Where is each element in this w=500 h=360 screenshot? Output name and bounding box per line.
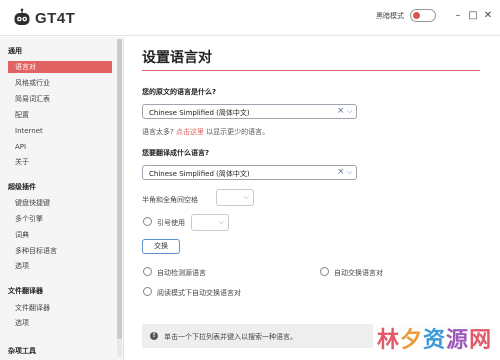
watermark: 林夕资源网 <box>373 320 497 354</box>
sidebar-item-target-languages[interactable]: 多种目标语言 <box>8 245 112 257</box>
info-icon: ! <box>150 332 158 340</box>
watermark-char: 资 <box>423 328 447 353</box>
quote-usage-label: 引号使用 <box>157 219 185 227</box>
source-language-question: 您的原文的语言是什么? <box>142 88 217 96</box>
sidebar-section-plugins: 超级插件 <box>8 183 36 191</box>
swap-button[interactable]: 交换 <box>142 239 180 254</box>
minimize-button[interactable]: – <box>452 9 464 21</box>
watermark-text: 林夕资源网 <box>377 322 492 354</box>
hint-prefix: 语言太多? <box>142 128 174 136</box>
sidebar-item-glossary[interactable]: 简易词汇表 <box>8 93 112 105</box>
sidebar-section-file-translator: 文件翻译器 <box>8 287 43 295</box>
target-language-value: Chinese Simplified (简体中文) <box>149 170 250 178</box>
quote-usage-radio[interactable] <box>143 217 152 226</box>
close-button[interactable]: ✕ <box>482 9 494 21</box>
sidebar-item-language-pair[interactable]: 语言对 <box>8 61 112 73</box>
halfwidth-spacing-label: 半角和全角间空格 <box>142 196 198 204</box>
clear-icon[interactable]: × <box>337 106 345 116</box>
sidebar-section-misc-tools: 杂项工具 <box>8 347 36 355</box>
title-divider <box>142 70 480 71</box>
page-title: 设置语言对 <box>142 50 212 66</box>
auto-detect-radio[interactable] <box>143 267 152 276</box>
app-logo: GT4T <box>12 8 75 28</box>
sidebar-item-config[interactable]: 配置 <box>8 109 112 121</box>
auto-detect-label: 自动检测源语言 <box>157 269 206 277</box>
title-bar: GT4T 黑暗模式 – □ ✕ <box>0 0 500 36</box>
maximize-button[interactable]: □ <box>467 9 479 21</box>
auto-swap-radio[interactable] <box>320 267 329 276</box>
watermark-char: 源 <box>446 328 470 353</box>
sidebar-item-dictionary[interactable]: 词典 <box>8 229 112 241</box>
sidebar-item-file-translator[interactable]: 文件翻译器 <box>8 302 112 314</box>
hint-suffix: 以显示更少的语言。 <box>206 128 270 136</box>
sidebar-item-shortcuts[interactable]: 键盘快捷键 <box>8 197 112 209</box>
clear-icon[interactable]: × <box>337 167 345 177</box>
sidebar-item-style[interactable]: 风格或行业 <box>8 77 112 89</box>
sidebar-item-engines[interactable]: 多个引擎 <box>8 213 112 225</box>
info-text: 单击一个下拉列表并键入以搜索一种语言。 <box>164 333 297 341</box>
sidebar-section-general: 通用 <box>8 47 22 55</box>
sidebar-item-about[interactable]: 关于 <box>8 156 112 168</box>
quote-usage-select[interactable]: ⌵ <box>191 214 229 231</box>
chevron-down-icon[interactable]: ⌵ <box>347 107 352 116</box>
sidebar-item-plugin-options[interactable]: 选项 <box>8 260 112 272</box>
watermark-char: 夕 <box>400 328 424 353</box>
chevron-down-icon: ⌵ <box>218 218 224 226</box>
sidebar-scrollbar[interactable] <box>117 39 122 357</box>
dark-mode-label: 黑暗模式 <box>376 12 404 20</box>
toggle-knob <box>413 12 420 19</box>
target-language-select[interactable]: Chinese Simplified (简体中文) × ⌵ <box>142 165 357 180</box>
dark-mode-toggle[interactable] <box>410 9 436 22</box>
sidebar-scrollbar-thumb[interactable] <box>117 39 122 339</box>
sidebar-item-api[interactable]: API <box>8 141 112 153</box>
robot-logo-icon <box>12 8 32 28</box>
halfwidth-spacing-select[interactable]: ⌵ <box>216 189 254 206</box>
chevron-down-icon: ⌵ <box>243 193 249 201</box>
reading-mode-swap-label: 阅读模式下自动交换语言对 <box>157 289 241 297</box>
language-hint: 语言太多? 点击这里 以显示更少的语言。 <box>142 127 269 137</box>
target-language-question: 您要翻译成什么语言? <box>142 149 210 157</box>
source-language-select[interactable]: Chinese Simplified (简体中文) × ⌵ <box>142 104 357 119</box>
sidebar: 通用 语言对 风格或行业 简易词汇表 配置 Internet API 关于 超级… <box>0 37 124 360</box>
sidebar-item-file-options[interactable]: 选项 <box>8 317 112 329</box>
watermark-char: 网 <box>469 328 493 353</box>
auto-swap-label: 自动交换语言对 <box>334 269 383 277</box>
reading-mode-swap-radio[interactable] <box>143 287 152 296</box>
watermark-char: 林 <box>377 328 401 353</box>
show-fewer-languages-link[interactable]: 点击这里 <box>176 128 204 136</box>
chevron-down-icon[interactable]: ⌵ <box>347 168 352 177</box>
sidebar-item-internet[interactable]: Internet <box>8 125 112 137</box>
source-language-value: Chinese Simplified (简体中文) <box>149 109 250 117</box>
app-name: GT4T <box>35 9 76 27</box>
main-panel: 设置语言对 您的原文的语言是什么? Chinese Simplified (简体… <box>125 37 500 360</box>
